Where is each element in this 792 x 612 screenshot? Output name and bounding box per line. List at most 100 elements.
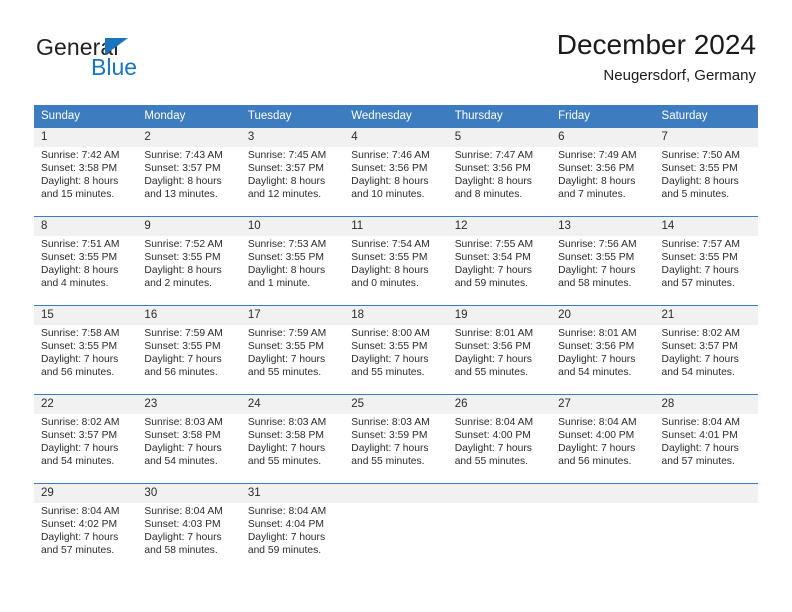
day-number[interactable]: 20	[551, 305, 655, 325]
day-number[interactable]: 18	[344, 305, 448, 325]
day-cell[interactable]: Sunrise: 7:51 AM Sunset: 3:55 PM Dayligh…	[34, 235, 138, 306]
day-cell[interactable]: Sunrise: 8:04 AM Sunset: 4:01 PM Dayligh…	[654, 413, 758, 484]
day-cell[interactable]: Sunrise: 8:01 AM Sunset: 3:56 PM Dayligh…	[447, 324, 552, 395]
day-cell[interactable]: Sunrise: 8:04 AM Sunset: 4:00 PM Dayligh…	[551, 413, 655, 484]
sunrise-text: Sunrise: 8:04 AM	[41, 505, 120, 517]
day-cell[interactable]: Sunrise: 8:04 AM Sunset: 4:04 PM Dayligh…	[240, 502, 345, 573]
day-number[interactable]: 5	[447, 127, 552, 147]
day-number[interactable]: 14	[654, 216, 758, 236]
day-cell[interactable]: Sunrise: 8:00 AM Sunset: 3:55 PM Dayligh…	[344, 324, 448, 395]
day-cell[interactable]: Sunrise: 7:43 AM Sunset: 3:57 PM Dayligh…	[137, 146, 241, 217]
day-cell[interactable]: Sunrise: 7:59 AM Sunset: 3:55 PM Dayligh…	[240, 324, 345, 395]
day-number[interactable]: 15	[34, 305, 138, 325]
day-cell[interactable]: Sunrise: 7:50 AM Sunset: 3:55 PM Dayligh…	[654, 146, 758, 217]
day-cell[interactable]: Sunrise: 8:04 AM Sunset: 4:00 PM Dayligh…	[447, 413, 552, 484]
sunrise-text: Sunrise: 7:57 AM	[661, 238, 740, 250]
page-subtitle: Neugersdorf, Germany	[603, 67, 756, 84]
day-number[interactable]: 23	[137, 394, 241, 414]
day-cell[interactable]: Sunrise: 8:01 AM Sunset: 3:56 PM Dayligh…	[551, 324, 655, 395]
daylight-text-cont: and 57 minutes.	[41, 545, 115, 557]
day-number[interactable]: 26	[447, 394, 552, 414]
day-cell[interactable]: Sunrise: 7:54 AM Sunset: 3:55 PM Dayligh…	[344, 235, 448, 306]
day-cell[interactable]: Sunrise: 8:02 AM Sunset: 3:57 PM Dayligh…	[654, 324, 758, 395]
day-cell[interactable]: Sunrise: 7:49 AM Sunset: 3:56 PM Dayligh…	[551, 146, 655, 217]
weekday-header-sunday: Sunday	[34, 105, 138, 128]
sunset-text: Sunset: 3:56 PM	[454, 162, 531, 174]
sunrise-text: Sunrise: 7:42 AM	[41, 149, 120, 161]
day-cell[interactable]: Sunrise: 8:03 AM Sunset: 3:58 PM Dayligh…	[137, 413, 241, 484]
day-cell[interactable]: Sunrise: 8:03 AM Sunset: 3:59 PM Dayligh…	[344, 413, 448, 484]
day-cell[interactable]: Sunrise: 7:56 AM Sunset: 3:55 PM Dayligh…	[551, 235, 655, 306]
day-cell[interactable]: Sunrise: 7:57 AM Sunset: 3:55 PM Dayligh…	[654, 235, 758, 306]
day-cell-empty	[344, 483, 448, 503]
day-number[interactable]: 11	[344, 216, 448, 236]
day-number[interactable]: 29	[34, 483, 138, 503]
day-cell[interactable]: Sunrise: 7:55 AM Sunset: 3:54 PM Dayligh…	[447, 235, 552, 306]
day-number[interactable]: 9	[137, 216, 241, 236]
day-number[interactable]: 10	[240, 216, 345, 236]
day-number[interactable]: 25	[344, 394, 448, 414]
sunrise-text: Sunrise: 7:50 AM	[661, 149, 740, 161]
weekday-header-tuesday: Tuesday	[240, 105, 345, 128]
day-number[interactable]: 22	[34, 394, 138, 414]
day-cell[interactable]: Sunrise: 8:02 AM Sunset: 3:57 PM Dayligh…	[34, 413, 138, 484]
day-number[interactable]: 16	[137, 305, 241, 325]
day-number[interactable]: 7	[654, 127, 758, 147]
day-number[interactable]: 27	[551, 394, 655, 414]
day-number[interactable]: 3	[240, 127, 345, 147]
day-number[interactable]: 4	[344, 127, 448, 147]
sunrise-text: Sunrise: 7:46 AM	[351, 149, 430, 161]
day-cell-empty	[344, 502, 448, 573]
weekday-header-friday: Friday	[551, 105, 655, 128]
day-cell[interactable]: Sunrise: 8:03 AM Sunset: 3:58 PM Dayligh…	[240, 413, 345, 484]
daylight-text: Daylight: 7 hours	[144, 353, 222, 365]
daylight-text-cont: and 0 minutes.	[351, 278, 419, 290]
day-cell-empty	[654, 502, 758, 573]
daylight-text-cont: and 55 minutes.	[351, 456, 425, 468]
daylight-text-cont: and 54 minutes.	[144, 456, 218, 468]
day-cell[interactable]: Sunrise: 7:58 AM Sunset: 3:55 PM Dayligh…	[34, 324, 138, 395]
day-number[interactable]: 13	[551, 216, 655, 236]
day-cell[interactable]: Sunrise: 7:47 AM Sunset: 3:56 PM Dayligh…	[447, 146, 552, 217]
day-cell[interactable]: Sunrise: 7:52 AM Sunset: 3:55 PM Dayligh…	[137, 235, 241, 306]
day-number[interactable]: 2	[137, 127, 241, 147]
sunset-text: Sunset: 3:55 PM	[41, 340, 118, 352]
daylight-text: Daylight: 7 hours	[41, 353, 119, 365]
daylight-text-cont: and 54 minutes.	[558, 367, 632, 379]
day-number[interactable]: 1	[34, 127, 138, 147]
day-cell[interactable]: Sunrise: 8:04 AM Sunset: 4:03 PM Dayligh…	[137, 502, 241, 573]
day-cell-empty	[654, 483, 758, 503]
sunset-text: Sunset: 3:55 PM	[661, 251, 738, 263]
day-number[interactable]: 17	[240, 305, 345, 325]
sunrise-text: Sunrise: 8:04 AM	[144, 505, 223, 517]
sunset-text: Sunset: 4:04 PM	[247, 518, 324, 530]
day-number[interactable]: 24	[240, 394, 345, 414]
day-number[interactable]: 28	[654, 394, 758, 414]
day-cell[interactable]: Sunrise: 7:46 AM Sunset: 3:56 PM Dayligh…	[344, 146, 448, 217]
daylight-text: Daylight: 7 hours	[247, 531, 326, 543]
page-header: General Blue December 2024 Neugersdorf, …	[0, 0, 792, 104]
day-number[interactable]: 19	[447, 305, 552, 325]
day-cell[interactable]: Sunrise: 7:42 AM Sunset: 3:58 PM Dayligh…	[34, 146, 138, 217]
day-cell[interactable]: Sunrise: 7:59 AM Sunset: 3:55 PM Dayligh…	[137, 324, 241, 395]
general-blue-logo[interactable]: General Blue	[36, 34, 216, 90]
day-number[interactable]: 8	[34, 216, 138, 236]
day-number[interactable]: 12	[447, 216, 552, 236]
day-number[interactable]: 30	[137, 483, 241, 503]
page-title: December 2024	[556, 29, 756, 60]
sunrise-text: Sunrise: 7:53 AM	[247, 238, 327, 250]
day-cell-empty	[551, 502, 655, 573]
day-number[interactable]: 21	[654, 305, 758, 325]
day-cell[interactable]: Sunrise: 8:04 AM Sunset: 4:02 PM Dayligh…	[34, 502, 138, 573]
day-cell[interactable]: Sunrise: 7:45 AM Sunset: 3:57 PM Dayligh…	[240, 146, 345, 217]
day-number[interactable]: 31	[240, 483, 345, 503]
day-number[interactable]: 6	[551, 127, 655, 147]
sunrise-text: Sunrise: 8:03 AM	[144, 416, 223, 428]
sunset-text: Sunset: 3:55 PM	[247, 340, 324, 352]
daylight-text: Daylight: 8 hours	[351, 175, 429, 187]
daylight-text: Daylight: 7 hours	[558, 353, 636, 365]
daylight-text: Daylight: 8 hours	[144, 175, 222, 187]
daylight-text-cont: and 7 minutes.	[558, 189, 626, 201]
triangle-icon	[105, 38, 128, 55]
day-cell[interactable]: Sunrise: 7:53 AM Sunset: 3:55 PM Dayligh…	[240, 235, 345, 306]
